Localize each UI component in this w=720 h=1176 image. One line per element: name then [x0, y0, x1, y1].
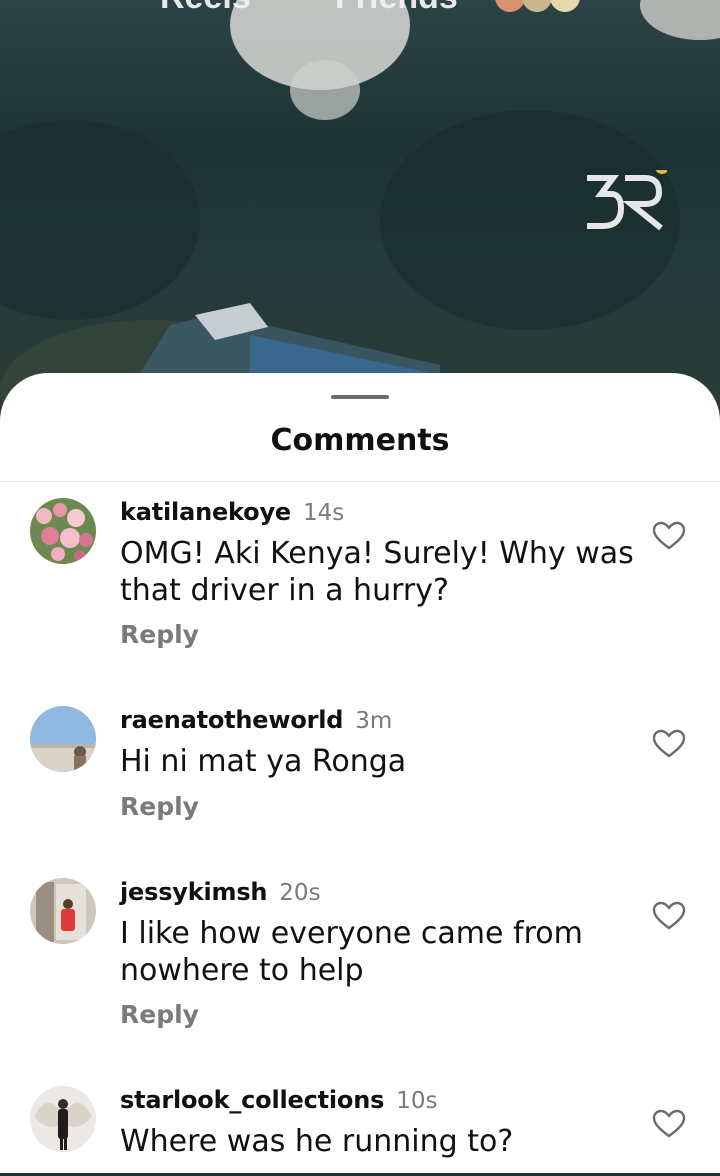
- friend-avatar-2: [522, 0, 552, 12]
- comment-meta: starlook_collections 10s: [120, 1086, 437, 1115]
- comment-text: I like how everyone came from nowhere to…: [120, 916, 583, 988]
- friend-avatar-1: [495, 0, 525, 12]
- comments-sheet: Comments katilanekoye 14s OMG! Aki Kenya!…: [0, 373, 720, 1173]
- username[interactable]: raenatotheworld: [120, 706, 343, 734]
- reply-button[interactable]: Reply: [120, 792, 199, 821]
- tab-reels[interactable]: Reels: [160, 0, 251, 17]
- video-sky-patch-2: [290, 60, 360, 120]
- avatar[interactable]: [30, 498, 96, 564]
- timestamp: 10s: [396, 1088, 438, 1114]
- comment-text: OMG! Aki Kenya! Surely! Why was that dri…: [120, 536, 634, 608]
- timestamp: 20s: [279, 880, 321, 906]
- username[interactable]: starlook_collections: [120, 1086, 384, 1114]
- timestamp: 3m: [355, 708, 393, 734]
- avatar[interactable]: [30, 706, 96, 772]
- username[interactable]: jessykimsh: [120, 878, 267, 906]
- video-tree-shadow: [0, 120, 200, 320]
- reel-video[interactable]: Reels Friends: [0, 0, 720, 420]
- comment-meta: raenatotheworld 3m: [120, 706, 392, 735]
- reply-button[interactable]: Reply: [120, 620, 199, 649]
- sheet-title: Comments: [270, 423, 450, 458]
- comment-text: Hi ni mat ya Ronga: [120, 744, 407, 779]
- heart-icon[interactable]: [652, 521, 686, 551]
- username[interactable]: katilanekoye: [120, 498, 291, 526]
- comment-meta: jessykimsh 20s: [120, 878, 321, 907]
- comment-item: katilanekoye 14s OMG! Aki Kenya! Surely! …: [0, 498, 720, 668]
- comment-meta: katilanekoye 14s: [120, 498, 344, 527]
- heart-icon[interactable]: [652, 901, 686, 931]
- divider: [0, 481, 720, 482]
- sheet-drag-handle[interactable]: [331, 395, 389, 399]
- tab-friends[interactable]: Friends: [335, 0, 458, 17]
- heart-icon[interactable]: [652, 729, 686, 759]
- avatar[interactable]: [30, 878, 96, 944]
- comment-item: raenatotheworld 3m Hi ni mat ya Ronga Rep…: [0, 706, 720, 836]
- friend-avatar-3: [550, 0, 580, 12]
- avatar[interactable]: [30, 1086, 96, 1152]
- 3r-logo-icon: [587, 170, 667, 231]
- top-tabs: Reels Friends: [0, 0, 720, 18]
- reply-button[interactable]: Reply: [120, 1000, 199, 1029]
- comment-item: jessykimsh 20s I like how everyone came f…: [0, 878, 720, 1048]
- comment-text: Where was he running to?: [120, 1124, 514, 1159]
- timestamp: 14s: [302, 500, 345, 526]
- heart-icon[interactable]: [652, 1109, 686, 1139]
